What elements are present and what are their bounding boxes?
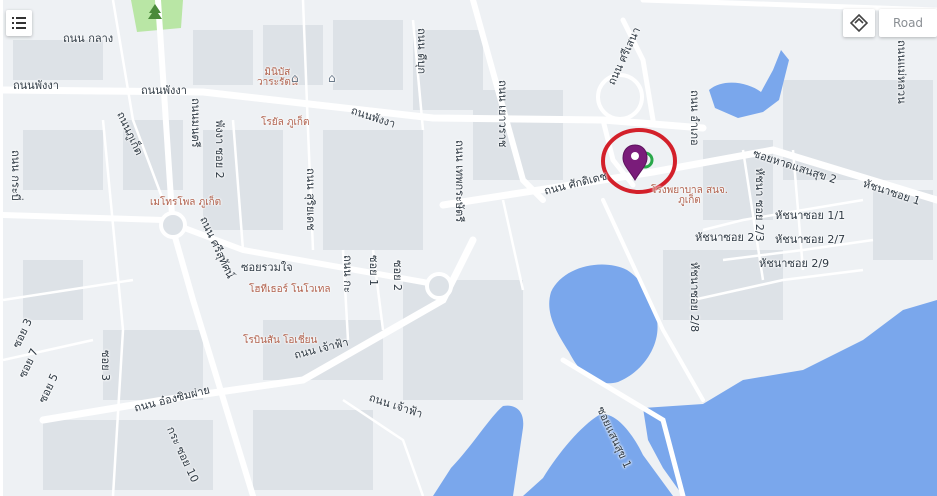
street-label: ซอย 3	[99, 350, 112, 382]
street-label: ถนนพังงา	[141, 84, 187, 97]
map-base	[3, 0, 937, 496]
street-label: ถนนพังงา	[13, 79, 59, 92]
poi-label: โรงพยาบาล สนจ. ภูเก็ต	[651, 185, 728, 206]
street-label: หัชนาซอย 2/9	[759, 257, 830, 270]
street-label: ถนนมนตรี	[189, 98, 202, 148]
street-label: หัชนาซอย 1/1	[775, 209, 846, 222]
street-label: ถนน เทพกระษัตรี	[453, 140, 466, 223]
bus-stop-icon: ⌂	[328, 71, 336, 85]
street-label: ถนน สุริยเดช	[304, 168, 317, 231]
street-label: ซอยรวมใจ	[241, 261, 293, 274]
street-label: พังงา ซอย 2	[213, 120, 226, 179]
street-label: หัชนา ซอย 2/3	[753, 168, 766, 242]
poi-label: โฮทีเธอร์ โนโวเทล	[249, 284, 331, 295]
street-label: หัชนาซอย 2/7	[775, 233, 846, 246]
street-label: ซอย 1	[367, 255, 380, 287]
poi-label: เมโทรโพล ภูเก็ต	[150, 197, 222, 208]
roundabout-1	[159, 211, 187, 239]
street-label: หัชนาซอย 2/8	[688, 262, 701, 333]
poi-label: โรบินสัน โอเชี่ยน	[243, 335, 318, 346]
roundabout-2	[425, 272, 453, 300]
map-style-button[interactable]: Road	[879, 9, 937, 37]
street-label: ถนน กะ	[341, 255, 354, 293]
street-label: ถนน กระบี่	[9, 150, 22, 201]
street-label: ถนนแม่หลวน	[895, 40, 908, 104]
bus-stop-icon: ⌂	[291, 71, 299, 85]
street-label: ถนน ดีบุก	[415, 28, 428, 74]
street-label: ซอย 2	[391, 260, 404, 292]
layers-button[interactable]	[6, 10, 32, 36]
street-label: ถนน อำเภอ	[688, 90, 701, 146]
view-toggle-button[interactable]	[843, 9, 875, 37]
street-label: ถนน กลาง	[63, 32, 114, 45]
diamond-rotate-icon	[850, 14, 868, 32]
street-label: ถนน เยาวราช	[496, 80, 509, 148]
map-canvas[interactable]: ถนน กลาง ถนนพังงา ถนนพังงา ถนนพังงา ถนนม…	[3, 0, 937, 496]
street-label: หัชนาซอย 2	[695, 231, 755, 244]
poi-label: โรยัล ภูเก็ต	[261, 117, 310, 128]
list-icon	[12, 17, 26, 29]
